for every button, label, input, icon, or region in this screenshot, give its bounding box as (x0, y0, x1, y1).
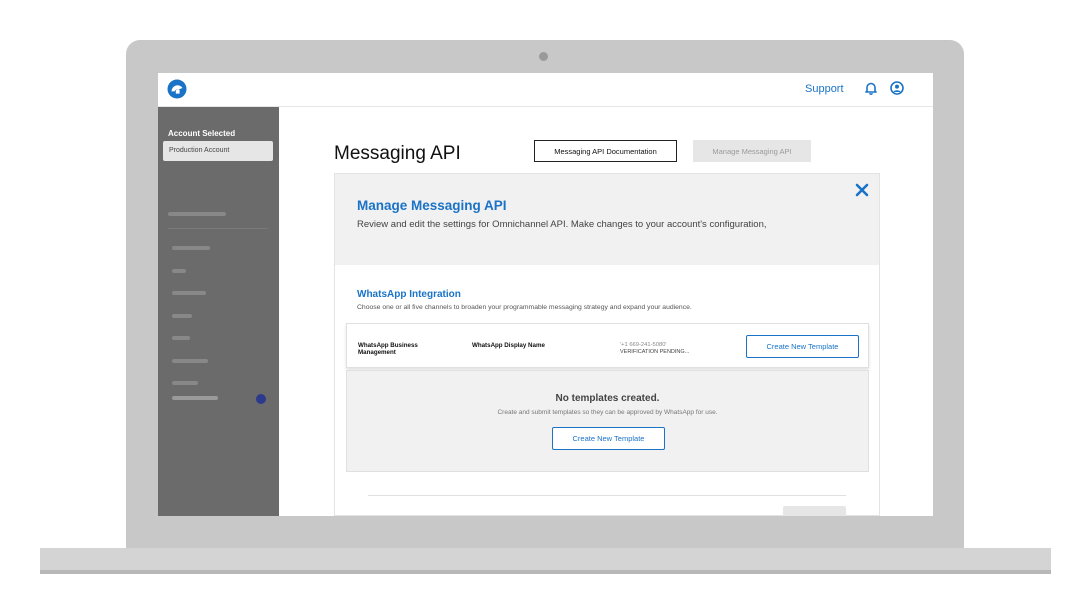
sidebar-item[interactable] (172, 291, 206, 295)
support-link[interactable]: Support (805, 83, 844, 95)
panel-footer-divider (368, 495, 846, 496)
app-screen: Support Account Selected Production Acco… (158, 73, 933, 516)
account-selector-value: Production Account (169, 147, 230, 154)
close-icon[interactable] (854, 182, 870, 198)
manage-api-panel: Manage Messaging API Review and edit the… (334, 173, 880, 516)
panel-subtitle: Review and edit the settings for Omnicha… (357, 219, 767, 230)
templates-empty-state: No templates created. Create and submit … (346, 370, 869, 472)
whatsapp-display-name-label: WhatsApp Display Name (472, 342, 545, 349)
sidebar-item[interactable] (172, 269, 186, 273)
messaging-api-documentation-button[interactable]: Messaging API Documentation (534, 140, 677, 162)
brand-logo-icon[interactable] (167, 79, 187, 99)
whatsapp-account-row: WhatsApp Business Management WhatsApp Di… (346, 323, 869, 368)
sidebar-item[interactable] (172, 246, 210, 250)
panel-footer-button[interactable] (783, 506, 846, 516)
page-title: Messaging API (334, 143, 461, 164)
panel-title: Manage Messaging API (357, 198, 507, 213)
create-new-template-empty-button[interactable]: Create New Template (552, 427, 665, 450)
manage-messaging-api-button[interactable]: Manage Messaging API (693, 140, 811, 162)
main-content: Messaging API Messaging API Documentatio… (279, 107, 933, 516)
verification-status: VERIFICATION PENDING... (620, 349, 690, 355)
account-selected-label: Account Selected (168, 129, 236, 138)
sidebar-item[interactable] (172, 381, 198, 385)
empty-state-title: No templates created. (555, 393, 660, 404)
sidebar: Account Selected Production Account (158, 107, 279, 516)
sidebar-item[interactable] (172, 396, 218, 400)
sidebar-section-heading (168, 212, 226, 216)
sidebar-item[interactable] (172, 336, 190, 340)
laptop-base (40, 548, 1051, 570)
panel-header: Manage Messaging API Review and edit the… (335, 174, 879, 265)
create-new-template-button[interactable]: Create New Template (746, 335, 859, 358)
user-icon[interactable] (890, 81, 904, 95)
sidebar-active-indicator (256, 394, 266, 404)
top-bar: Support (158, 73, 933, 107)
laptop-base-edge (40, 570, 1051, 574)
whatsapp-integration-title: WhatsApp Integration (357, 289, 461, 300)
whatsapp-integration-subtitle: Choose one or all five channels to broad… (357, 304, 692, 311)
account-selector[interactable]: Production Account (163, 141, 273, 161)
empty-state-subtitle: Create and submit templates so they can … (497, 409, 718, 416)
whatsapp-phone-number: '+1 669-241-5080' (620, 342, 667, 348)
sidebar-divider (168, 228, 268, 229)
bell-icon[interactable] (864, 81, 878, 95)
sidebar-item[interactable] (172, 314, 192, 318)
camera-dot (539, 52, 548, 61)
whatsapp-business-management-label: WhatsApp Business Management (358, 342, 418, 356)
sidebar-item[interactable] (172, 359, 208, 363)
